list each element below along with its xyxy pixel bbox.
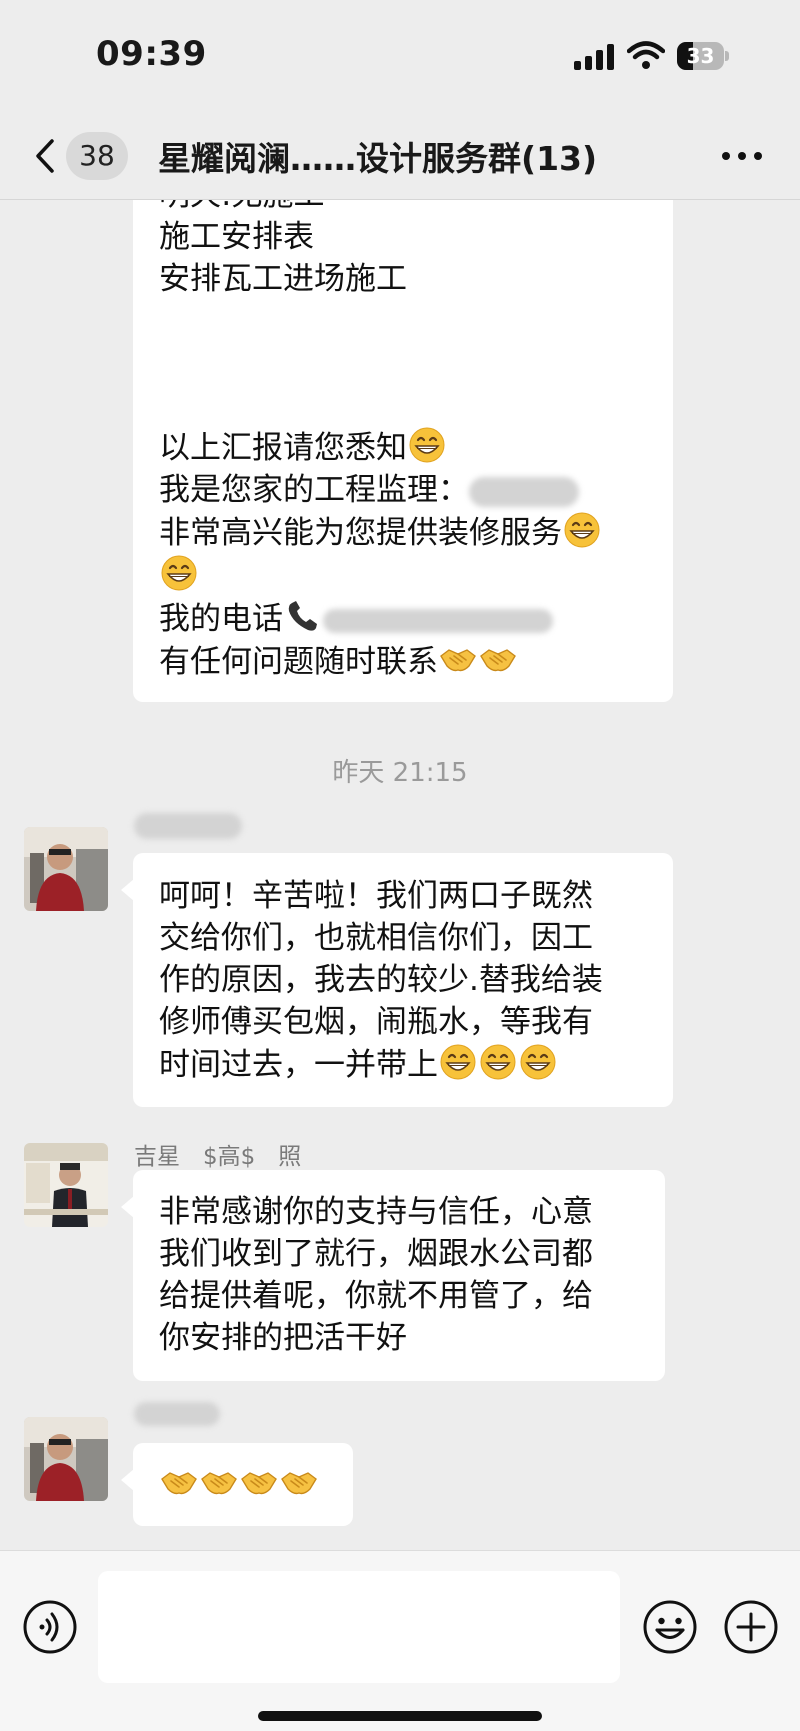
message-line: 非常高兴能为您提供装修服务 <box>159 511 647 554</box>
message-bubble[interactable] <box>121 1443 353 1526</box>
battery-icon: 33 <box>677 42 729 70</box>
message-line: 呵呵！辛苦啦！我们两口子既然 <box>159 878 593 914</box>
telephone-emoji-icon <box>284 597 322 635</box>
message-line <box>159 342 647 384</box>
message-line: 我的电话 <box>159 597 647 640</box>
grinning-emoji-icon <box>479 1043 517 1081</box>
wifi-icon <box>627 41 665 69</box>
message-line: 我是您家的工程监理： <box>159 469 647 511</box>
cellular-signal-icon <box>574 44 616 70</box>
avatar[interactable] <box>24 1143 108 1227</box>
home-indicator[interactable] <box>258 1711 542 1721</box>
clock: 09:39 <box>96 34 207 74</box>
message-line: 有任何问题随时联系 <box>159 640 647 683</box>
grinning-emoji-icon <box>160 554 198 592</box>
redacted-name <box>469 476 579 507</box>
message-line: 时间过去，一并带上 <box>159 1043 647 1086</box>
message-bubble[interactable]: 呵呵！辛苦啦！我们两口子既然 交给你们，也就相信你们，因工 作的原因，我去的较少… <box>121 853 673 1107</box>
battery-percent: 33 <box>686 44 715 68</box>
message-line: 给提供着呢，你就不用管了，给 <box>159 1278 593 1314</box>
input-bar <box>0 1550 800 1731</box>
chat-title: 星耀阅澜……设计服务群(13) <box>158 139 598 178</box>
message-line: 非常感谢你的支持与信任，心意 <box>159 1194 593 1230</box>
avatar[interactable] <box>24 1417 108 1501</box>
message-line <box>159 1463 327 1506</box>
avatar[interactable] <box>24 827 108 911</box>
handshake-emoji-icon <box>240 1463 278 1501</box>
back-button[interactable]: 38 <box>28 130 128 182</box>
emoji-button[interactable] <box>642 1599 698 1655</box>
plus-button[interactable] <box>723 1599 779 1655</box>
chat-header: 38 星耀阅澜……设计服务群(13) <box>0 110 800 200</box>
message-line: 安排瓦工进场施工 <box>159 261 407 297</box>
handshake-emoji-icon <box>439 640 477 678</box>
unread-count-badge: 38 <box>66 132 128 180</box>
more-options-button[interactable] <box>720 140 764 172</box>
sender-name <box>134 812 242 839</box>
sender-name <box>134 1400 220 1426</box>
message-bubble[interactable]: 明天:无施工 施工安排表 安排瓦工进场施工 以上汇报请您悉知 我是您家的工程监理… <box>133 200 673 702</box>
message-line: 修师傅买包烟，闹瓶水，等我有 <box>159 1004 593 1040</box>
status-bar: 09:39 33 <box>0 0 800 110</box>
message-timestamp: 昨天 21:15 <box>332 758 468 788</box>
message-line: 明天:无施工 <box>159 200 647 216</box>
message-list[interactable]: 明天:无施工 施工安排表 安排瓦工进场施工 以上汇报请您悉知 我是您家的工程监理… <box>0 200 800 1550</box>
redacted-phone <box>323 608 553 633</box>
sender-name: 吉星 $高$ 照 <box>134 1144 302 1170</box>
message-line: 作的原因，我去的较少.替我给装 <box>159 962 603 998</box>
voice-input-button[interactable] <box>22 1599 78 1655</box>
message-line: 我们收到了就行，烟跟水公司都 <box>159 1236 593 1272</box>
message-line: 施工安排表 <box>159 219 314 255</box>
grinning-emoji-icon <box>519 1043 557 1081</box>
message-bubble[interactable]: 非常感谢你的支持与信任，心意 我们收到了就行，烟跟水公司都 给提供着呢，你就不用… <box>121 1170 665 1381</box>
message-input[interactable] <box>98 1571 620 1683</box>
message-line: 你安排的把活干好 <box>159 1320 407 1356</box>
grinning-emoji-icon <box>439 1043 477 1081</box>
message-line <box>159 384 647 426</box>
handshake-emoji-icon <box>160 1463 198 1501</box>
message-line: 以上汇报请您悉知 <box>159 426 647 469</box>
handshake-emoji-icon <box>200 1463 238 1501</box>
message-line <box>159 300 647 342</box>
handshake-emoji-icon <box>479 640 517 678</box>
handshake-emoji-icon <box>280 1463 318 1501</box>
chevron-left-icon <box>36 139 54 173</box>
message-line: 交给你们，也就相信你们，因工 <box>159 920 593 956</box>
message-line <box>159 554 647 597</box>
grinning-emoji-icon <box>563 511 601 549</box>
grinning-emoji-icon <box>408 426 446 464</box>
